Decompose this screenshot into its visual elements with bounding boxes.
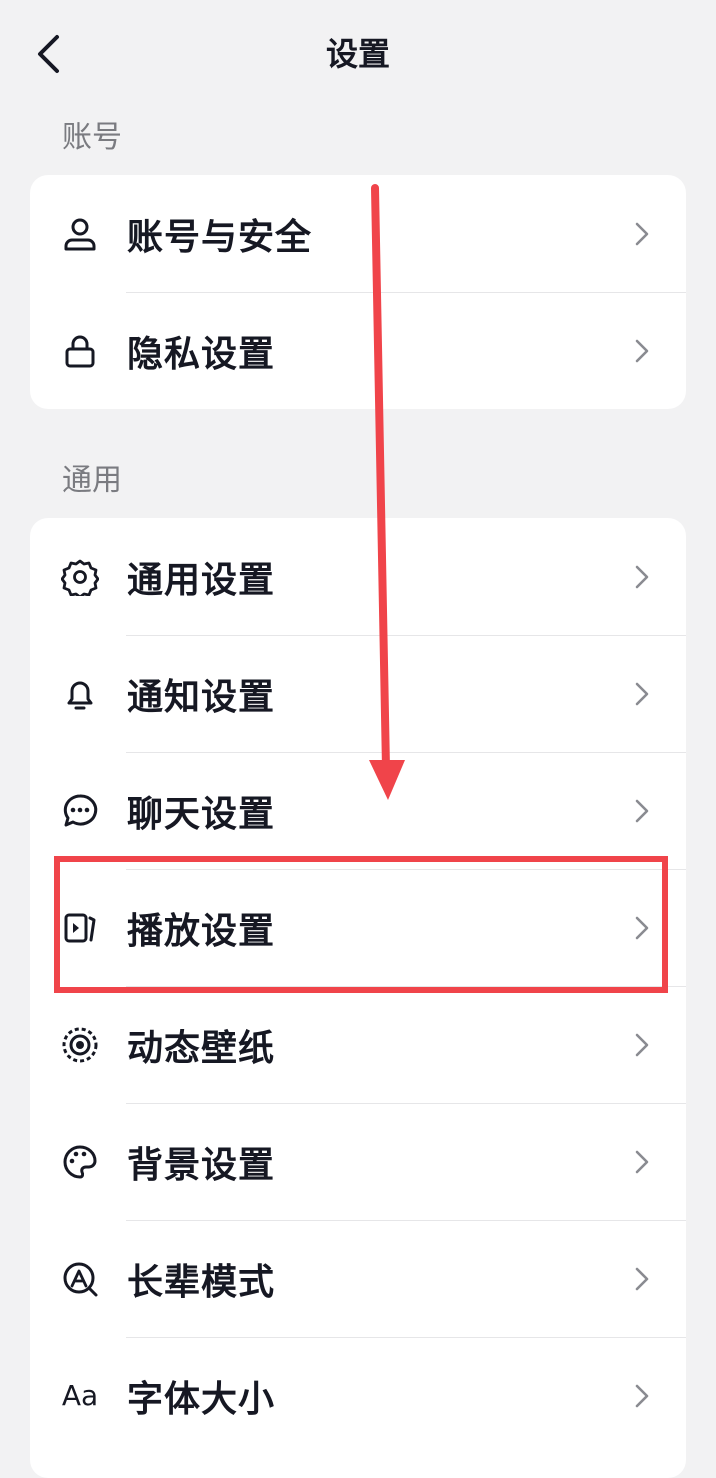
chevron-right-icon — [635, 799, 649, 822]
settings-item-label: 字体大小 — [127, 1378, 276, 1420]
settings-item-label: 播放设置 — [127, 910, 276, 952]
settings-item-privacy[interactable]: 隐私设置 — [30, 292, 686, 409]
settings-item-label: 聊天设置 — [127, 793, 276, 835]
settings-item-font-size[interactable]: Aa 字体大小 — [30, 1337, 686, 1454]
chevron-right-icon — [635, 1384, 649, 1407]
settings-item-label: 账号与安全 — [127, 216, 313, 258]
chevron-right-icon — [635, 339, 649, 362]
settings-item-label: 动态壁纸 — [127, 1027, 276, 1069]
account-settings-card: 账号与安全 隐私设置 — [30, 175, 686, 409]
font-size-icon: Aa — [61, 1379, 99, 1412]
chevron-right-icon — [635, 1033, 649, 1056]
gear-icon — [60, 557, 100, 597]
bell-icon — [60, 674, 100, 714]
page-title: 设置 — [325, 35, 390, 73]
chevron-right-icon — [635, 222, 649, 245]
chevron-right-icon — [635, 682, 649, 705]
settings-item-dynamic-wallpaper[interactable]: 动态壁纸 — [30, 986, 686, 1103]
top-bar: 设置 — [0, 0, 716, 110]
settings-item-label: 长辈模式 — [127, 1261, 276, 1303]
settings-item-label: 通用设置 — [127, 559, 276, 601]
settings-item-notifications[interactable]: 通知设置 — [30, 635, 686, 752]
elder-mode-icon — [60, 1259, 100, 1299]
play-screen-icon — [60, 908, 100, 948]
chevron-right-icon — [635, 1150, 649, 1173]
chevron-right-icon — [635, 916, 649, 939]
settings-item-chat[interactable]: 聊天设置 — [30, 752, 686, 869]
settings-item-general[interactable]: 通用设置 — [30, 518, 686, 635]
chevron-right-icon — [635, 565, 649, 588]
chevron-right-icon — [635, 1267, 649, 1290]
dynamic-wallpaper-icon — [60, 1025, 100, 1065]
lock-icon — [60, 331, 100, 371]
general-settings-card: 通用设置 通知设置 聊天设置 播放设置 动态壁纸 背景设置 长辈模式 Aa 字体… — [30, 518, 686, 1478]
user-icon — [60, 214, 100, 254]
section-label-general: 通用 — [62, 463, 122, 498]
settings-item-label: 隐私设置 — [127, 333, 276, 375]
settings-item-background[interactable]: 背景设置 — [30, 1103, 686, 1220]
settings-item-elder-mode[interactable]: 长辈模式 — [30, 1220, 686, 1337]
settings-item-playback[interactable]: 播放设置 — [30, 869, 686, 986]
settings-item-account-security[interactable]: 账号与安全 — [30, 175, 686, 292]
section-label-account: 账号 — [62, 120, 122, 155]
palette-icon — [60, 1142, 100, 1182]
chat-bubble-icon — [60, 791, 100, 831]
settings-item-label: 通知设置 — [127, 676, 276, 718]
settings-item-label: 背景设置 — [127, 1144, 276, 1186]
